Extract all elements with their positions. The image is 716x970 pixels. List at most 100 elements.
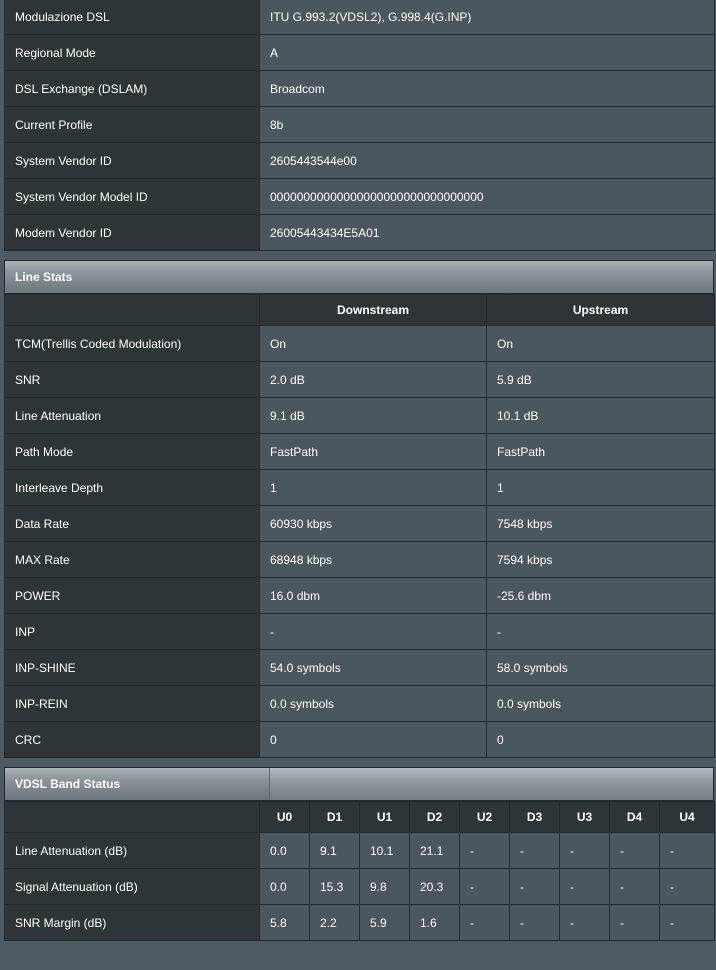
band-value-d2: 1.6: [409, 904, 460, 941]
info-value: 26005443434E5A01: [259, 214, 715, 251]
band-column-d3: D3: [509, 801, 560, 833]
line-stats-body: TCM(Trellis Coded Modulation) On On SNR 2.0 …: [4, 325, 715, 758]
band-value-u0: 5.8: [259, 904, 310, 941]
stat-downstream-value: 60930 kbps: [259, 505, 487, 542]
stat-label: INP-SHINE: [4, 649, 260, 686]
band-value-u1: 10.1: [359, 832, 410, 869]
stat-downstream-value: On: [259, 325, 487, 362]
stat-label: INP-REIN: [4, 685, 260, 722]
info-row: System Vendor ID 2605443544e00: [4, 142, 715, 179]
band-column-d2: D2: [409, 801, 460, 833]
stat-upstream-value: 7548 kbps: [486, 505, 715, 542]
band-value-d2: 20.3: [409, 868, 460, 905]
stat-label: INP: [4, 613, 260, 650]
band-value-d1: 9.1: [309, 832, 360, 869]
stat-label: TCM(Trellis Coded Modulation): [4, 325, 260, 362]
band-value-d3: -: [509, 868, 560, 905]
stat-label: POWER: [4, 577, 260, 614]
band-value-d4: -: [609, 868, 660, 905]
info-label: System Vendor ID: [4, 142, 260, 179]
line-stats-row: Data Rate 60930 kbps 7548 kbps: [4, 505, 715, 542]
info-row: Current Profile 8b: [4, 106, 715, 143]
line-stats-row: INP-REIN 0.0 symbols 0.0 symbols: [4, 685, 715, 722]
line-stats-row: Path Mode FastPath FastPath: [4, 433, 715, 470]
band-value-d4: -: [609, 832, 660, 869]
band-value-u3: -: [559, 904, 610, 941]
band-row-label: SNR Margin (dB): [4, 904, 260, 941]
band-value-u1: 9.8: [359, 868, 410, 905]
line-stats-row: INP - -: [4, 613, 715, 650]
stat-upstream-value: -: [486, 613, 715, 650]
band-row: Line Attenuation (dB) 0.0 9.1 10.1 21.1- - - - -: [4, 832, 715, 869]
line-stats-row: INP-SHINE 54.0 symbols 58.0 symbols: [4, 649, 715, 686]
band-value-u3: -: [559, 868, 610, 905]
info-value: 2605443544e00: [259, 142, 715, 179]
band-value-d4: -: [609, 904, 660, 941]
band-value-u0: 0.0: [259, 832, 310, 869]
stat-downstream-value: 16.0 dbm: [259, 577, 487, 614]
stat-label: SNR: [4, 361, 260, 398]
band-empty-header: [4, 801, 260, 833]
info-label: Modem Vendor ID: [4, 214, 260, 251]
stat-upstream-value: 7594 kbps: [486, 541, 715, 578]
stat-downstream-value: -: [259, 613, 487, 650]
band-value-d3: -: [509, 832, 560, 869]
stat-downstream-value: 0: [259, 721, 487, 758]
stat-upstream-value: 58.0 symbols: [486, 649, 715, 686]
info-label: Modulazione DSL: [4, 0, 260, 35]
band-value-u4: -: [659, 868, 715, 905]
vdsl-band-table: U0 D1 U1 D2 U2 D3 U3 D4 U4 Line Attenuation (dB)…: [4, 801, 715, 941]
info-label: Current Profile: [4, 106, 260, 143]
vdsl-band-header-bar: [270, 768, 713, 800]
stat-upstream-value: FastPath: [486, 433, 715, 470]
upstream-header: Upstream: [486, 294, 715, 326]
stat-downstream-value: 9.1 dB: [259, 397, 487, 434]
band-value-u4: -: [659, 832, 715, 869]
info-label: System Vendor Model ID: [4, 178, 260, 215]
line-stats-row: Interleave Depth 1 1: [4, 469, 715, 506]
stat-upstream-value: 0: [486, 721, 715, 758]
band-row: SNR Margin (dB) 5.8 2.2 5.9 1.6- - - - -: [4, 904, 715, 941]
line-stats-header-row: Downstream Upstream: [4, 294, 715, 326]
stat-label: MAX Rate: [4, 541, 260, 578]
line-stats-row: SNR 2.0 dB 5.9 dB: [4, 361, 715, 398]
band-value-u2: -: [459, 904, 510, 941]
line-stats-row: Line Attenuation 9.1 dB 10.1 dB: [4, 397, 715, 434]
band-value-u2: -: [459, 868, 510, 905]
band-value-d2: 21.1: [409, 832, 460, 869]
info-row: System Vendor Model ID 000000000000000000…: [4, 178, 715, 215]
stat-upstream-value: 10.1 dB: [486, 397, 715, 434]
line-stats-row: CRC 0 0: [4, 721, 715, 758]
info-row: Modem Vendor ID 26005443434E5A01: [4, 214, 715, 251]
line-stats-row: MAX Rate 68948 kbps 7594 kbps: [4, 541, 715, 578]
info-row: DSL Exchange (DSLAM) Broadcom: [4, 70, 715, 107]
stat-upstream-value: -25.6 dbm: [486, 577, 715, 614]
downstream-header: Downstream: [259, 294, 487, 326]
vdsl-band-header-row: U0 D1 U1 D2 U2 D3 U3 D4 U4: [4, 801, 715, 833]
info-value: 00000000000000000000000000000000: [259, 178, 715, 215]
band-column-u4: U4: [659, 801, 715, 833]
stat-upstream-value: 0.0 symbols: [486, 685, 715, 722]
line-stats-header: Line Stats: [4, 260, 714, 294]
band-value-d3: -: [509, 904, 560, 941]
band-column-d1: D1: [309, 801, 360, 833]
info-value: A: [259, 34, 715, 71]
info-row: Modulazione DSL ITU G.993.2(VDSL2), G.998…: [4, 0, 715, 35]
info-value: 8b: [259, 106, 715, 143]
band-value-d1: 2.2: [309, 904, 360, 941]
stat-upstream-value: On: [486, 325, 715, 362]
band-column-u2: U2: [459, 801, 510, 833]
line-stats-empty-header: [4, 294, 260, 326]
band-column-u1: U1: [359, 801, 410, 833]
stat-downstream-value: FastPath: [259, 433, 487, 470]
stat-downstream-value: 1: [259, 469, 487, 506]
stat-upstream-value: 1: [486, 469, 715, 506]
stat-downstream-value: 2.0 dB: [259, 361, 487, 398]
band-value-u0: 0.0: [259, 868, 310, 905]
band-value-d1: 15.3: [309, 868, 360, 905]
band-column-u0: U0: [259, 801, 310, 833]
line-stats-title: Line Stats: [15, 270, 73, 284]
stat-label: Interleave Depth: [4, 469, 260, 506]
band-value-u1: 5.9: [359, 904, 410, 941]
vdsl-band-header: VDSL Band Status: [4, 767, 714, 801]
